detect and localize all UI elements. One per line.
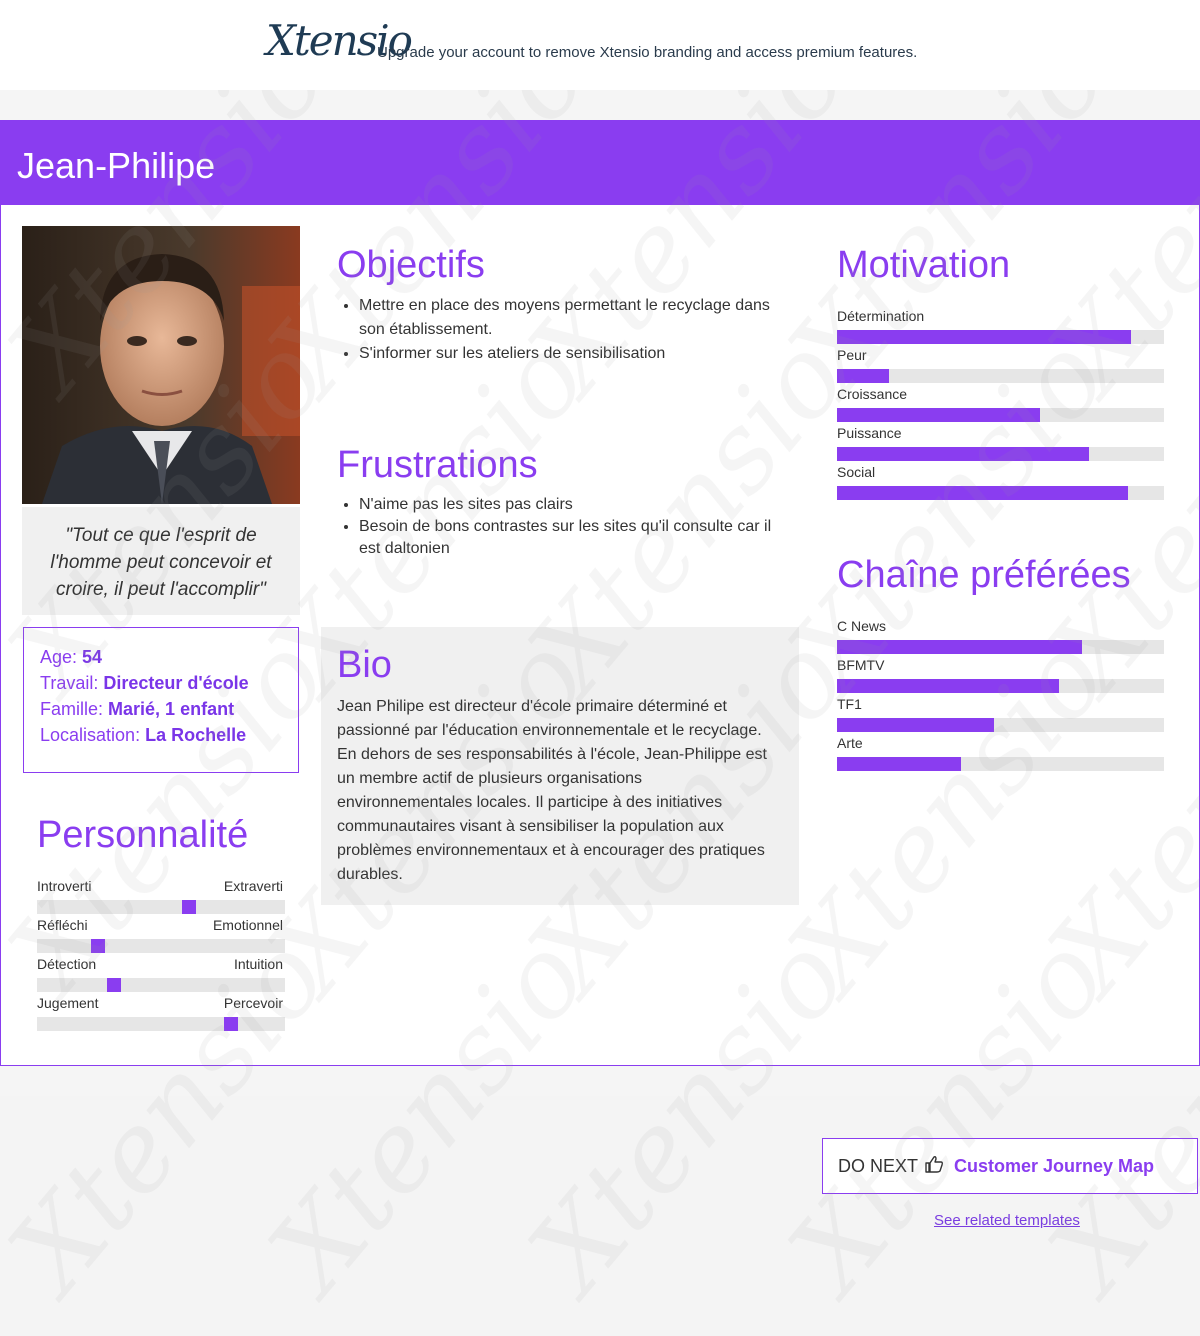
related-templates-link[interactable]: See related templates [934,1212,1080,1229]
personality-slider-thumb[interactable] [91,939,105,953]
persona-card: Jean-Philipe "Tout ce que l'esprit de l'… [0,120,1200,1066]
customer-journey-map-link[interactable]: Customer Journey Map [954,1156,1154,1177]
do-next-button[interactable]: DO NEXT Customer Journey Map [822,1138,1198,1194]
personality-slider-track[interactable] [37,1017,285,1031]
bio-title[interactable]: Bio [337,644,392,687]
objectives-list: Mettre en place des moyens permettant le… [337,294,777,366]
channel-bar-track[interactable] [837,640,1164,654]
fact-job: Travail: Directeur d'école [40,670,282,696]
personality-slider-thumb[interactable] [182,900,196,914]
do-next-label: DO NEXT [838,1155,919,1176]
fact-label: Localisation: [40,725,141,745]
personality-title[interactable]: Personnalité [37,814,248,857]
motivation-bar-track[interactable] [837,447,1164,461]
fact-family: Famille: Marié, 1 enfant [40,696,282,722]
frustrations-title[interactable]: Frustrations [337,444,538,487]
personality-left-label[interactable]: Jugement [37,995,98,1011]
fact-label: Age: [40,647,78,667]
bio-text[interactable]: Jean Philipe est directeur d'école prima… [337,695,777,887]
motivation-bar-track[interactable] [837,330,1164,344]
personality-right-label[interactable]: Intuition [234,956,283,972]
motivation-bar-fill [837,408,1040,422]
list-item[interactable]: Mettre en place des moyens permettant le… [359,294,777,342]
personality-slider-thumb[interactable] [224,1017,238,1031]
motivation-label[interactable]: Détermination [837,308,924,324]
motivation-bar-track[interactable] [837,408,1164,422]
motivation-bar-fill [837,330,1131,344]
persona-facts: Age: 54 Travail: Directeur d'école Famil… [23,627,299,773]
fact-age: Age: 54 [40,644,282,670]
list-item[interactable]: N'aime pas les sites pas clairs [359,494,777,516]
fact-value: Directeur d'école [103,673,249,693]
channel-bar-fill [837,718,994,732]
motivation-bar-track[interactable] [837,486,1164,500]
personality-slider-thumb[interactable] [107,978,121,992]
frustrations-list: N'aime pas les sites pas clairs Besoin d… [337,494,777,560]
personality-left-label[interactable]: Détection [37,956,96,972]
objectives-title[interactable]: Objectifs [337,244,485,287]
personality-slider-track[interactable] [37,900,285,914]
persona-photo[interactable] [22,226,300,504]
fact-location: Localisation: La Rochelle [40,722,282,748]
personality-slider-track[interactable] [37,939,285,953]
list-item[interactable]: S'informer sur les ateliers de sensibili… [359,342,777,366]
list-item[interactable]: Besoin de bons contrastes sur les sites … [359,516,777,560]
fact-value: 54 [82,647,103,667]
motivation-title[interactable]: Motivation [837,244,1010,287]
personality-slider-track[interactable] [37,978,285,992]
channel-bar-track[interactable] [837,718,1164,732]
channel-bar-fill [837,640,1082,654]
channel-label[interactable]: TF1 [837,696,862,712]
motivation-bar-fill [837,486,1128,500]
fact-label: Travail: [40,673,99,693]
channel-bar-fill [837,679,1059,693]
personality-left-label[interactable]: Réfléchi [37,917,88,933]
channel-label[interactable]: C News [837,618,886,634]
name-header: Jean-Philipe [1,121,1199,205]
motivation-label[interactable]: Social [837,464,875,480]
thumbs-up-icon [924,1155,944,1178]
upgrade-message[interactable]: Upgrade your account to remove Xtensio b… [377,44,917,61]
personality-right-label[interactable]: Extraverti [224,878,283,894]
channel-label[interactable]: Arte [837,735,863,751]
top-banner: Xtensio Upgrade your account to remove X… [0,0,1200,90]
motivation-label[interactable]: Croissance [837,386,907,402]
motivation-bar-fill [837,369,889,383]
channel-bar-track[interactable] [837,679,1164,693]
fact-label: Famille: [40,699,104,719]
persona-name[interactable]: Jean-Philipe [17,145,215,187]
fact-value: La Rochelle [145,725,247,745]
motivation-label[interactable]: Puissance [837,425,902,441]
personality-right-label[interactable]: Emotionnel [213,917,283,933]
personality-left-label[interactable]: Introverti [37,878,91,894]
channel-bar-track[interactable] [837,757,1164,771]
channel-label[interactable]: BFMTV [837,657,884,673]
motivation-bar-fill [837,447,1089,461]
persona-quote: "Tout ce que l'esprit de l'homme peut co… [22,507,300,615]
channels-title[interactable]: Chaîne préférées [837,554,1131,597]
personality-right-label[interactable]: Percevoir [224,995,283,1011]
fact-value: Marié, 1 enfant [108,699,235,719]
motivation-label[interactable]: Peur [837,347,867,363]
channel-bar-fill [837,757,961,771]
motivation-bar-track[interactable] [837,369,1164,383]
